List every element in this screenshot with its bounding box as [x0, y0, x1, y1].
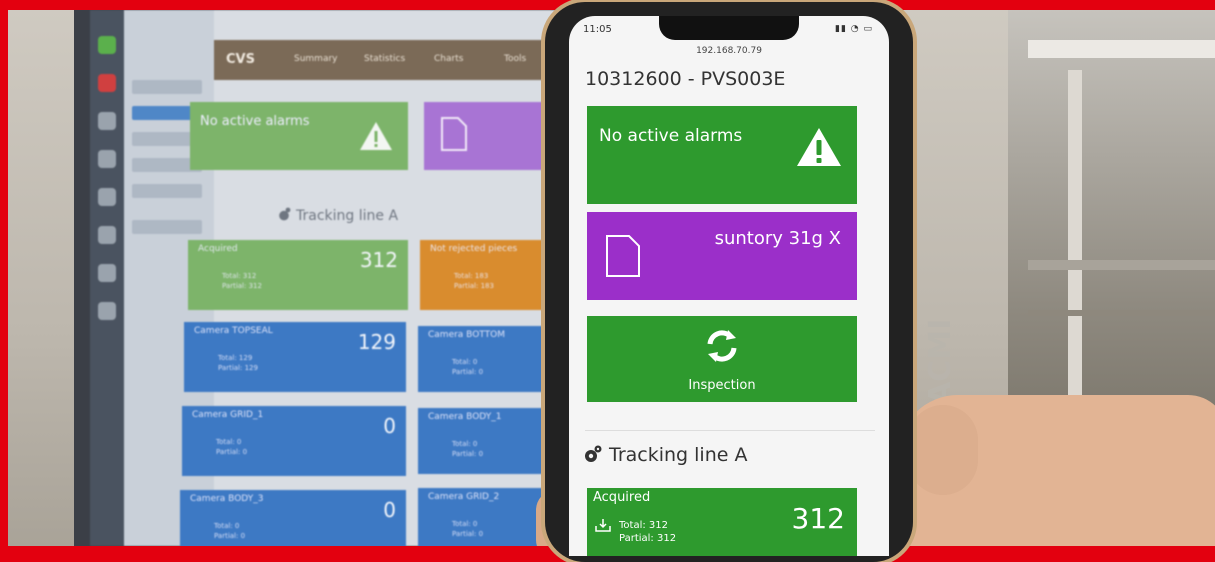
document-icon	[441, 117, 467, 151]
monitor-alarm-text: No active alarms	[200, 114, 310, 129]
monitor-app-name: CVS	[226, 52, 255, 67]
monitor-tile-label: Camera BODY_1	[428, 412, 502, 422]
status-time: 11:05	[583, 24, 612, 35]
monitor-tracking-line: Tracking line A	[276, 206, 398, 224]
monitor-tab-3[interactable]: Tools	[504, 54, 526, 64]
monitor-tile-total: Total: 0	[214, 522, 240, 530]
monitor-tile-label: Camera BODY_3	[190, 494, 264, 504]
recipe-tile[interactable]: suntory 31g X	[587, 212, 857, 300]
monitor-tile-label: Camera GRID_1	[192, 410, 264, 420]
monitor-alarm-tile: No active alarms	[190, 102, 408, 170]
acquired-total: Total: 312	[619, 520, 668, 531]
monitor-sidebar	[90, 10, 124, 546]
monitor-tile[interactable]: Camera TOPSEAL 129 Total: 129 Partial: 1…	[184, 322, 406, 392]
monitor-tile[interactable]: Acquired 312 Total: 312 Partial: 312	[188, 240, 408, 310]
monitor-tile-value: 312	[359, 248, 398, 272]
monitor-tracking-label: Tracking line A	[296, 208, 399, 224]
download-icon	[595, 519, 611, 532]
phone-screen: 11:05 ▮▮ ◔ ▭ 192.168.70.79 10312600 - PV…	[569, 16, 889, 556]
monitor-tile-label: Camera GRID_2	[428, 492, 500, 502]
recycle-icon	[707, 330, 737, 362]
monitor-tab-summary[interactable]: Summary	[294, 54, 338, 64]
monitor-tile-value: 129	[357, 330, 396, 354]
alarm-tile[interactable]: No active alarms	[587, 106, 857, 204]
monitor-tile-total: Total: 183	[454, 272, 489, 280]
monitor-tab-2[interactable]: Charts	[434, 54, 463, 64]
monitor-tile-partial: Partial: 0	[216, 448, 248, 456]
acquired-label: Acquired	[593, 490, 651, 505]
tracking-line-header: Tracking line A	[583, 444, 747, 466]
monitor-tile-partial: Partial: 312	[222, 282, 262, 290]
monitor-tile-total: Total: 129	[218, 354, 253, 362]
thumb	[908, 405, 978, 495]
monitor-tile-label: Not rejected pieces	[430, 244, 518, 254]
document-icon	[606, 235, 640, 277]
warning-icon	[797, 128, 841, 166]
monitor-tile-total: Total: 0	[216, 438, 242, 446]
monitor-tile-value: 0	[383, 414, 396, 438]
monitor-tile-partial: Partial: 0	[214, 532, 246, 540]
status-icons: ▮▮ ◔ ▭	[835, 24, 873, 34]
monitor-tile-partial: Partial: 0	[452, 530, 484, 538]
monitor-tab-1[interactable]: Statistics	[364, 54, 405, 64]
alarm-text: No active alarms	[599, 126, 743, 146]
monitor-tile-label: Camera BOTTOM	[428, 330, 505, 340]
inspection-tile[interactable]: Inspection	[587, 316, 857, 402]
monitor-tile-total: Total: 0	[452, 358, 478, 366]
monitor-tile-partial: Partial: 183	[454, 282, 494, 290]
divider	[585, 430, 875, 431]
recipe-text: suntory 31g X	[714, 228, 841, 249]
url-bar[interactable]: 192.168.70.79	[569, 46, 889, 56]
monitor-tile-partial: Partial: 0	[452, 368, 484, 376]
monitor-tile-total: Total: 312	[222, 272, 257, 280]
monitor-tile[interactable]: Camera GRID_1 0 Total: 0 Partial: 0	[182, 406, 406, 476]
monitor-tile-partial: Partial: 0	[452, 450, 484, 458]
gear-icon	[585, 445, 602, 462]
monitor-tile-partial: Partial: 129	[218, 364, 258, 372]
acquired-partial: Partial: 312	[619, 533, 677, 544]
device-title: 10312600 - PVS003E	[585, 68, 786, 90]
monitor-tile[interactable]: Camera BODY_3 0 Total: 0 Partial: 0	[180, 490, 406, 546]
monitor-tile-label: Camera TOPSEAL	[194, 326, 273, 336]
red-frame-left	[0, 0, 8, 546]
phone-notch	[659, 16, 799, 40]
gear-icon	[279, 207, 291, 221]
monitor-tile-label: Acquired	[198, 244, 238, 254]
monitor-tile-total: Total: 0	[452, 440, 478, 448]
warning-icon	[360, 122, 392, 150]
inspection-label: Inspection	[688, 378, 756, 393]
monitor-screen: CVS Summary Statistics Charts Tools No a…	[90, 10, 610, 546]
monitor-tile-value: 0	[383, 498, 396, 522]
tracking-line-label: Tracking line A	[609, 444, 748, 466]
acquired-value: 312	[791, 502, 845, 535]
monitor-tile-total: Total: 0	[452, 520, 478, 528]
